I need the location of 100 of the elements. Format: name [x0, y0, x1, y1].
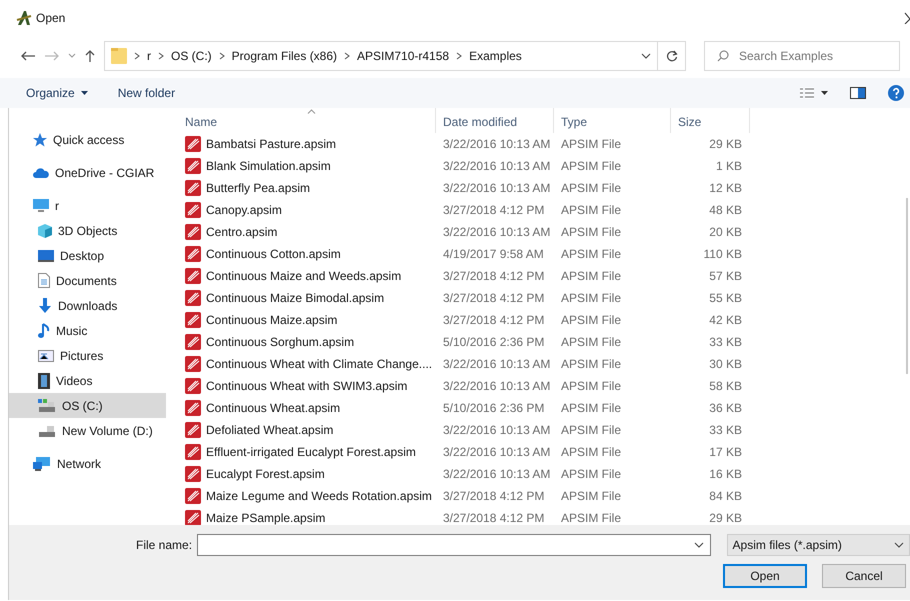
table-cell-text: 3/27/2018 4:12 PM — [442, 488, 546, 505]
file-icon — [185, 312, 201, 328]
table-cell-text: APSIM File — [560, 180, 622, 197]
table-cell-text: APSIM File — [560, 312, 622, 329]
computer-icon — [33, 198, 49, 212]
breadcrumb[interactable]: APSIM710-r4158 — [357, 49, 450, 63]
table-cell-text: 3/27/2018 4:12 PM — [442, 202, 546, 219]
file-icon — [185, 202, 201, 218]
download-arrow-icon — [38, 298, 52, 314]
breadcrumb[interactable]: Program Files (x86) — [232, 49, 338, 63]
help-icon[interactable] — [888, 85, 904, 101]
sidebar-item[interactable]: Desktop — [9, 243, 166, 268]
chevron-down-icon — [894, 542, 904, 548]
refresh-icon — [666, 50, 678, 62]
file-name: Continuous Wheat with SWIM3.apsim — [206, 379, 408, 393]
table-cell-text: APSIM File — [560, 378, 622, 395]
table-cell-text: APSIM File — [560, 334, 622, 351]
table-cell-text: 3/22/2016 10:13 AM — [442, 158, 552, 175]
column-header[interactable]: Date modified — [436, 108, 554, 133]
table-cell-text: 3/22/2016 10:13 AM — [442, 444, 552, 461]
table-cell-text: 3/27/2018 4:12 PM — [442, 312, 546, 329]
sidebar-item[interactable]: Network — [9, 451, 166, 476]
file-name: Blank Simulation.apsim — [206, 159, 331, 173]
network-icon — [33, 456, 51, 470]
file-name-field[interactable] — [197, 534, 711, 556]
folder-icon — [111, 47, 127, 65]
table-cell-text: 110 KB — [702, 246, 743, 263]
chevron-down-icon[interactable] — [68, 53, 76, 59]
chevron-right-icon — [134, 52, 140, 60]
file-icon — [185, 510, 201, 525]
sidebar-item[interactable]: OneDrive - CGIAR — [9, 160, 166, 185]
file-name: Maize PSample.apsim — [206, 511, 326, 525]
file-icon — [185, 466, 201, 482]
table-cell-text: 58 KB — [708, 378, 743, 395]
sidebar-item[interactable]: Documents — [9, 268, 166, 293]
sidebar-item[interactable]: New Volume (D:) — [9, 418, 166, 443]
file-name: Canopy.apsim — [206, 203, 282, 217]
view-options-button[interactable] — [799, 87, 828, 99]
breadcrumb[interactable]: Examples — [469, 49, 522, 63]
file-name: Continuous Maize and Weeds.apsim — [206, 269, 402, 283]
breadcrumb[interactable]: OS (C:) — [171, 49, 212, 63]
column-header[interactable]: Name — [178, 108, 436, 133]
file-name: Continuous Sorghum.apsim — [206, 335, 354, 349]
file-type-dropdown[interactable]: Apsim files (*.apsim) — [726, 534, 910, 556]
sidebar-item[interactable]: Videos — [9, 368, 166, 393]
file-icon — [185, 378, 201, 394]
table-cell-text: APSIM File — [560, 136, 622, 153]
file-name: Continuous Maize.apsim — [206, 313, 338, 327]
table-cell-text: 1 KB — [714, 158, 743, 175]
dialog-button[interactable]: Cancel — [822, 564, 906, 588]
chevron-right-icon — [456, 52, 462, 60]
table-cell-text: 3/27/2018 4:12 PM — [442, 268, 546, 285]
column-header[interactable]: Type — [554, 108, 671, 133]
file-icon — [185, 422, 201, 438]
preview-pane-icon[interactable] — [850, 87, 866, 99]
organize-menu[interactable]: Organize — [26, 86, 88, 100]
file-icon — [185, 444, 201, 460]
table-cell-text: 3/22/2016 10:13 AM — [442, 224, 552, 241]
sidebar-item[interactable]: Downloads — [9, 293, 166, 318]
film-icon — [38, 372, 50, 388]
column-header[interactable]: Size — [671, 108, 750, 133]
file-name: Continuous Cotton.apsim — [206, 247, 341, 261]
table-cell-text: 3/22/2016 10:13 AM — [442, 422, 552, 439]
file-icon — [185, 224, 201, 240]
file-name: Continuous Maize Bimodal.apsim — [206, 291, 384, 305]
file-name: Centro.apsim — [206, 225, 278, 239]
file-icon — [185, 334, 201, 350]
sidebar-item[interactable]: OS (C:) — [9, 393, 166, 418]
table-cell-text: APSIM File — [560, 268, 622, 285]
sidebar-item[interactable]: Music — [9, 318, 166, 343]
file-name: Butterfly Pea.apsim — [206, 181, 310, 195]
table-cell-text: 29 KB — [708, 510, 743, 525]
file-name: Effluent-irrigated Eucalypt Forest.apsim — [206, 445, 416, 459]
refresh-button[interactable] — [658, 41, 686, 71]
dialog-button[interactable]: Open — [723, 564, 807, 588]
table-cell-text: 3/22/2016 10:13 AM — [442, 136, 552, 153]
file-icon — [185, 180, 201, 196]
address-bar[interactable]: r OS (C:) Program Files (x86) APSIM710-r4158 Examples — [104, 41, 658, 71]
breadcrumb[interactable]: r — [147, 49, 151, 63]
new-folder-button[interactable]: New folder — [118, 86, 176, 100]
caret-down-icon — [80, 91, 88, 95]
table-cell-text: APSIM File — [560, 290, 622, 307]
sidebar-item[interactable]: 3D Objects — [9, 218, 166, 243]
search-field[interactable]: Search Examples — [704, 41, 900, 71]
sidebar-item[interactable]: Pictures — [9, 343, 166, 368]
sidebar-item[interactable]: Quick access — [9, 127, 166, 152]
drive-icon — [38, 398, 56, 412]
file-icon — [185, 136, 201, 152]
up-arrow-icon[interactable] — [84, 49, 96, 63]
search-input[interactable]: Search Examples — [737, 48, 891, 64]
table-cell-text: APSIM File — [560, 510, 622, 525]
close-icon[interactable] — [904, 12, 910, 24]
sidebar-item[interactable]: r — [9, 193, 166, 218]
back-arrow-icon[interactable] — [20, 50, 36, 62]
table-cell-text: 4/19/2017 9:58 AM — [442, 246, 545, 263]
file-icon — [185, 268, 201, 284]
table-cell-text: 3/27/2018 4:12 PM — [442, 510, 546, 525]
chevron-right-icon — [218, 52, 225, 60]
music-note-icon — [38, 322, 50, 338]
scrollbar[interactable] — [906, 198, 908, 374]
